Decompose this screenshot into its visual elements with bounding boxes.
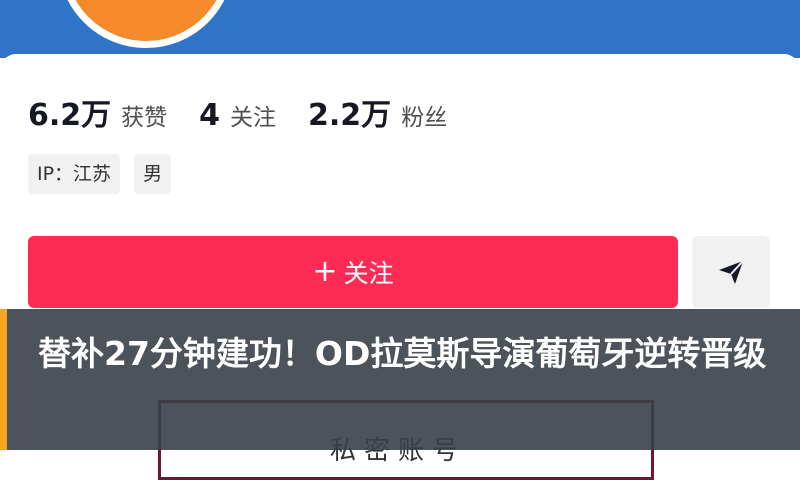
stat-following-label: 关注 — [230, 105, 277, 131]
plus-icon: + — [312, 254, 338, 289]
follow-button[interactable]: + 关注 — [28, 236, 678, 308]
stat-following-value: 4 — [199, 98, 221, 133]
stat-likes-label: 获赞 — [121, 105, 168, 131]
profile-stats: 6.2万 获赞 4 关注 2.2万 粉丝 — [28, 90, 479, 133]
share-button[interactable] — [692, 236, 770, 308]
stat-likes: 6.2万 获赞 — [28, 90, 167, 134]
follow-button-label: 关注 — [343, 259, 394, 288]
send-icon — [719, 260, 744, 284]
stat-followers-label: 粉丝 — [401, 105, 448, 131]
stat-likes-value: 6.2万 — [28, 98, 112, 133]
caption-headline: 替补27分钟建功！OD拉莫斯导演葡萄牙逆转晋级 — [38, 334, 767, 373]
stat-followers[interactable]: 2.2万 粉丝 — [308, 90, 447, 134]
profile-tags: IP：江苏 男 — [28, 154, 185, 194]
gender-tag: 男 — [134, 154, 172, 194]
ip-location-tag: IP：江苏 — [28, 154, 121, 194]
stat-followers-value: 2.2万 — [308, 98, 392, 133]
caption-accent-bar — [0, 309, 7, 450]
stat-following[interactable]: 4 关注 — [199, 98, 276, 133]
